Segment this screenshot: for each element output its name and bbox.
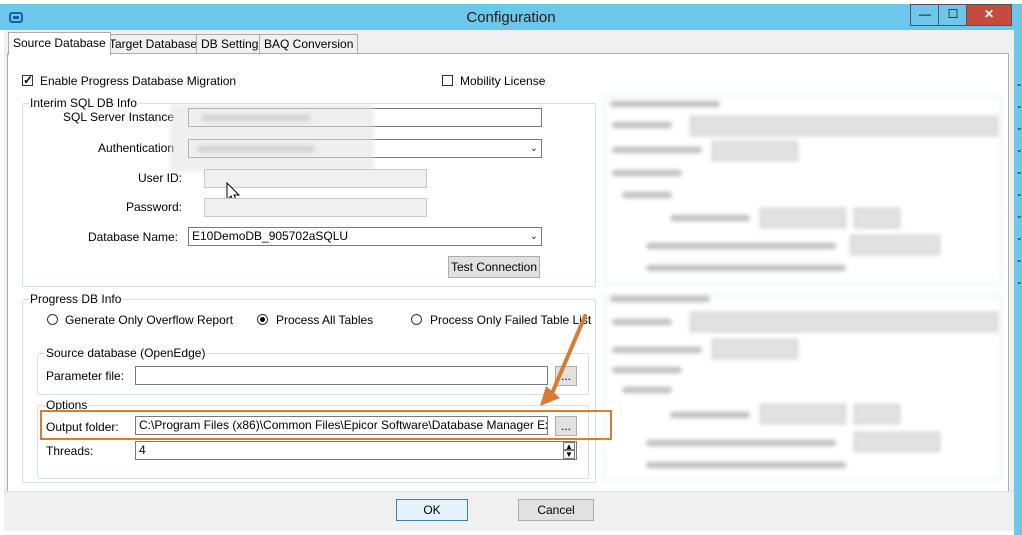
- redacted-field: [712, 141, 798, 161]
- password-input[interactable]: [204, 198, 427, 217]
- chevron-down-icon: ⌄: [1016, 189, 1022, 198]
- close-button[interactable]: ✕: [966, 4, 1012, 26]
- mobility-license-label[interactable]: Mobility License: [460, 74, 545, 88]
- chevron-down-icon: ⌄: [1016, 277, 1022, 286]
- radio-process-all-tables-label[interactable]: Process All Tables: [276, 313, 373, 327]
- interim-sql-group-label: Interim SQL DB Info: [29, 96, 138, 110]
- redacted-text: [612, 319, 672, 325]
- tab-baq-conversion[interactable]: BAQ Conversion: [259, 34, 359, 53]
- chevron-down-icon: ⌄: [529, 231, 538, 242]
- highlight-box: [40, 410, 612, 440]
- password-label: Password:: [125, 200, 182, 214]
- source-database-group-label: Source database (OpenEdge): [45, 346, 207, 360]
- threads-up-button[interactable]: ▲: [563, 442, 575, 451]
- redacted-field: [690, 116, 998, 136]
- chevron-down-icon: ⌄: [1016, 79, 1022, 88]
- chevron-down-icon: ⌄: [1016, 145, 1022, 154]
- database-name-value: E10DemoDB_905702aSQLU: [192, 229, 349, 243]
- parameter-file-label: Parameter file:: [46, 369, 125, 383]
- redacted-text: [612, 367, 682, 373]
- ok-button[interactable]: OK: [396, 499, 468, 521]
- minimize-button[interactable]: —: [910, 4, 940, 26]
- enable-migration-label[interactable]: Enable Progress Database Migration: [40, 74, 236, 88]
- redacted-text: [646, 243, 836, 249]
- redacted-text: [610, 296, 710, 302]
- chevron-down-icon: ⌄: [1016, 123, 1022, 132]
- redacted-field: [690, 312, 998, 332]
- threads-label: Threads:: [46, 444, 94, 458]
- redacted-field: [760, 208, 846, 228]
- progress-db-group-label: Progress DB Info: [29, 292, 123, 306]
- threads-input[interactable]: 4: [135, 441, 577, 460]
- redacted-text: [612, 147, 702, 153]
- redacted-text: [670, 412, 750, 418]
- redacted-text: [646, 265, 846, 271]
- sql-server-label: SQL Server Instance: [63, 110, 174, 124]
- chevron-down-icon: ⌄: [1016, 233, 1022, 242]
- cancel-button[interactable]: Cancel: [518, 499, 594, 521]
- redacted-text: [670, 215, 750, 221]
- maximize-button[interactable]: ☐: [938, 4, 968, 26]
- test-connection-button[interactable]: Test Connection: [448, 256, 540, 278]
- annotation-arrow-icon: [540, 314, 587, 406]
- redacted-field: [854, 432, 940, 452]
- threads-value: 4: [139, 443, 146, 457]
- redacted-text: [622, 387, 672, 393]
- radio-overflow-report-label[interactable]: Generate Only Overflow Report: [65, 313, 233, 327]
- redacted-text: [646, 440, 836, 446]
- enable-migration-checkbox[interactable]: [22, 73, 33, 87]
- tab-target-database[interactable]: Target Database: [104, 34, 203, 53]
- chevron-down-icon: ⌄: [1016, 255, 1022, 264]
- redacted-text: [646, 462, 846, 468]
- blurred-settings-panel: [600, 95, 1002, 485]
- radio-process-all-tables[interactable]: [257, 314, 268, 325]
- title-bar[interactable]: Configuration — ☐ ✕: [0, 4, 1022, 30]
- redacted-text: [612, 347, 702, 353]
- threads-down-button[interactable]: ▼: [563, 450, 575, 459]
- redacted-text: [612, 122, 672, 128]
- authentication-label: Authentication: [97, 141, 174, 155]
- chevron-down-icon: ⌄: [1016, 167, 1022, 176]
- redacted-field: [850, 235, 940, 255]
- chevron-down-icon: ⌄: [529, 143, 538, 154]
- radio-failed-table-list[interactable]: [411, 314, 422, 325]
- radio-overflow-report[interactable]: [47, 314, 58, 325]
- parameter-file-input[interactable]: [135, 366, 548, 385]
- database-name-select[interactable]: E10DemoDB_905702aSQLU ⌄: [188, 227, 542, 246]
- user-id-label: User ID:: [137, 171, 182, 185]
- redacted-field: [854, 208, 900, 228]
- background-scrollbar[interactable]: ⌄ ⌄ ⌄ ⌄ ⌄ ⌄ ⌄ ⌄ ⌄ ⌄: [1016, 30, 1022, 535]
- tab-source-database[interactable]: Source Database: [8, 32, 111, 55]
- tab-db-setting[interactable]: DB Setting: [196, 34, 264, 53]
- chevron-down-icon: ⌄: [1016, 211, 1022, 220]
- redacted-field: [854, 404, 900, 424]
- dialog-footer: [4, 491, 1014, 531]
- redacted-field: [712, 339, 798, 359]
- redacted-field: [760, 404, 846, 424]
- chevron-down-icon: ⌄: [1016, 101, 1022, 110]
- redacted-text: [622, 192, 672, 198]
- redaction-blur: [170, 104, 374, 172]
- redacted-text: [612, 170, 682, 176]
- window-title: Configuration: [466, 9, 556, 26]
- database-name-label: Database Name:: [87, 230, 178, 244]
- mobility-license-checkbox[interactable]: [442, 75, 453, 86]
